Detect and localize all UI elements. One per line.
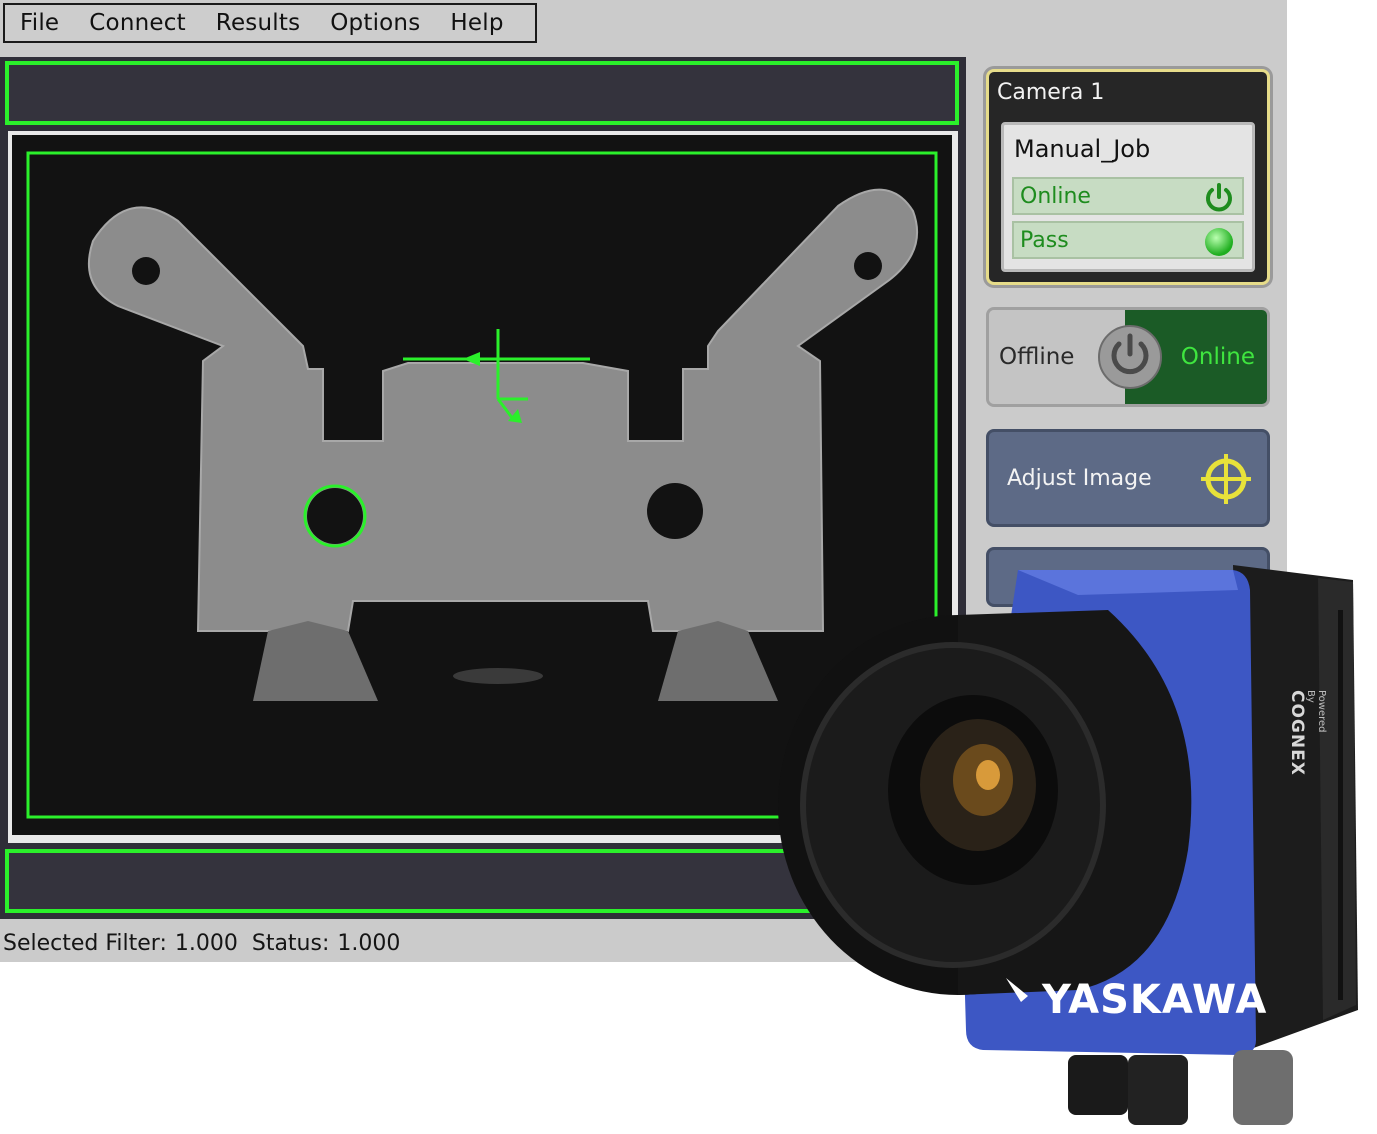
menu-options[interactable]: Options [315, 10, 435, 36]
status-label: Status: [251, 930, 330, 956]
status-value: 1.000 [337, 930, 401, 956]
menu-connect[interactable]: Connect [74, 10, 201, 36]
online-status-label: Online [1020, 183, 1091, 209]
filter-label: Selected Filter: [3, 930, 167, 956]
adjust-image-button[interactable]: Adjust Image [986, 429, 1270, 527]
crosshair-target-icon [1201, 454, 1251, 504]
pass-status-row: Pass [1012, 221, 1244, 259]
menu-bar: File Connect Results Options Help [3, 3, 537, 43]
menu-help[interactable]: Help [435, 10, 518, 36]
camera-brand-logo: YASKAWA [1042, 977, 1268, 1023]
camera-panel[interactable]: Camera 1 Manual_Job Online Pass [986, 69, 1270, 285]
adjust-image-label: Adjust Image [1007, 465, 1152, 491]
filter-value: 1.000 [174, 930, 238, 956]
power-icon [1206, 183, 1232, 212]
cognex-logo: COGNEX [1287, 690, 1307, 776]
yaskawa-camera-image [778, 565, 1358, 1125]
powered-by-label: Powered By [1305, 690, 1327, 733]
job-box: Manual_Job Online Pass [1001, 122, 1255, 272]
pass-led-icon [1205, 228, 1233, 256]
top-result-band [5, 61, 959, 125]
menu-file[interactable]: File [5, 10, 74, 36]
job-name: Manual_Job [1014, 135, 1151, 163]
online-status-row: Online [1012, 177, 1244, 215]
menu-results[interactable]: Results [201, 10, 315, 36]
camera-title: Camera 1 [997, 80, 1105, 105]
online-offline-toggle[interactable]: Offline Online [986, 307, 1270, 407]
power-knob-icon[interactable] [1097, 324, 1163, 390]
pass-status-label: Pass [1020, 227, 1069, 253]
